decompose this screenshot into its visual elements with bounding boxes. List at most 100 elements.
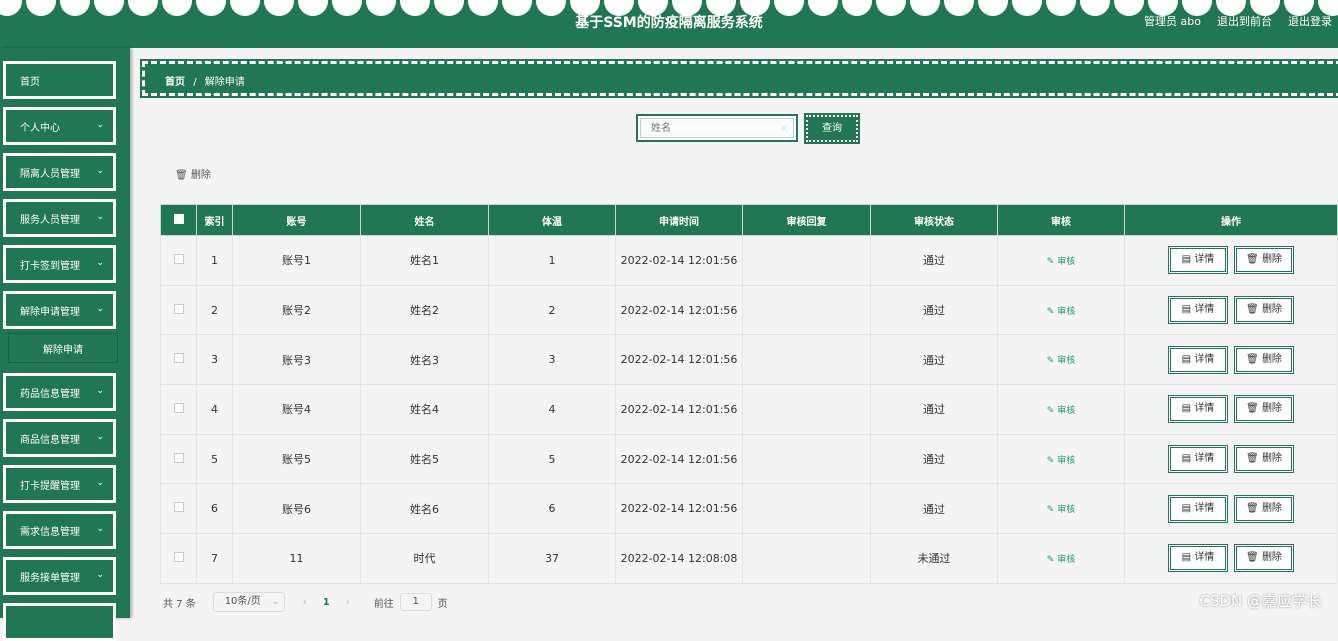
data-table: 索引 账号 姓名 体温 申请时间 审核回复 审核状态 审核 操作 1 账号1 姓名1 1 2022-02… <box>160 204 1338 584</box>
sidebar-item[interactable]: 需求信息管理 ⌄ <box>3 511 116 549</box>
document-icon: ▤ <box>1181 353 1192 365</box>
sidebar-item[interactable]: 商品信息管理 ⌄ <box>3 419 116 457</box>
delete-button[interactable]: 🗑 删除 <box>1234 494 1294 523</box>
edit-icon: ✎ <box>1046 256 1055 267</box>
row-checkbox[interactable] <box>173 452 184 463</box>
sidebar-item[interactable]: 首页 <box>3 61 116 99</box>
delete-button[interactable]: 🗑 删除 <box>1234 544 1294 573</box>
audit-cell: ✎ 审核 <box>997 334 1125 386</box>
audit-link[interactable]: ✎ 审核 <box>1047 406 1075 416</box>
row-checkbox[interactable] <box>173 253 184 264</box>
document-icon: ▤ <box>1181 304 1192 316</box>
trash-icon: 🗑 <box>1246 304 1259 316</box>
sidebar-subitem-release-request[interactable]: 解除申请 <box>8 333 118 363</box>
audit-cell: ✎ 审核 <box>997 483 1125 535</box>
row-checkbox[interactable] <box>173 502 184 513</box>
trash-icon: 🗑 <box>175 170 188 181</box>
delete-button[interactable]: 🗑 删除 <box>1234 246 1294 275</box>
table-cell: 6 <box>488 483 616 535</box>
delete-button[interactable]: 🗑 删除 <box>1234 445 1294 474</box>
row-select-cell[interactable] <box>160 433 197 485</box>
sidebar-item[interactable]: 打卡签到管理 ⌄ <box>3 245 116 283</box>
sidebar-item[interactable]: 个人中心 ⌄ <box>3 107 116 145</box>
table-cell: 4 <box>488 384 616 435</box>
sidebar-item[interactable]: 打卡提醒管理 ⌄ <box>3 465 116 503</box>
audit-label: 审核 <box>1057 356 1076 367</box>
breadcrumb-home[interactable]: 首页 <box>165 77 185 88</box>
front-link[interactable]: 退出到前台 <box>1217 13 1272 29</box>
delete-label: 删除 <box>1261 353 1282 365</box>
row-select-cell[interactable] <box>160 284 197 336</box>
chevron-down-icon: ⌄ <box>96 304 104 314</box>
detail-button[interactable]: ▤ 详情 <box>1168 544 1228 573</box>
table-cell: 6 <box>196 483 233 535</box>
chevron-down-icon: ⌄ <box>271 596 280 607</box>
name-search-input[interactable] <box>640 118 794 138</box>
sidebar-item-label: 服务接单管理 <box>20 572 80 584</box>
audit-link[interactable]: ✎ 审核 <box>1047 505 1075 515</box>
audit-link[interactable]: ✎ 审核 <box>1047 456 1075 466</box>
table-row: 4 账号4 姓名4 4 2022-02-14 12:01:56 通过 ✎ 审核 ▤ 详情 🗑 删… <box>160 384 1338 435</box>
row-select-cell[interactable] <box>160 533 197 584</box>
chevron-down-icon: ⌄ <box>96 212 104 222</box>
audit-link[interactable]: ✎ 审核 <box>1047 555 1075 565</box>
sidebar-item-label: 个人中心 <box>20 122 60 134</box>
audit-link[interactable]: ✎ 审核 <box>1047 257 1075 267</box>
batch-delete-label: 删除 <box>190 170 211 181</box>
sidebar-item-label: 打卡签到管理 <box>20 260 80 272</box>
detail-label: 详情 <box>1194 502 1215 514</box>
detail-button[interactable]: ▤ 详情 <box>1168 345 1228 374</box>
chevron-down-icon: ⌄ <box>96 524 104 534</box>
table-cell: 姓名2 <box>360 284 489 336</box>
detail-button[interactable]: ▤ 详情 <box>1168 445 1228 474</box>
sidebar: 首页 个人中心 ⌄ 隔离人员管理 ⌄ 服务人员管理 ⌄ 打卡签到管理 ⌄ 解除申请管理 ⌄ 解除申请药… <box>0 48 130 641</box>
detail-button[interactable]: ▤ 详情 <box>1168 296 1228 325</box>
sidebar-item[interactable]: 药品信息管理 ⌄ <box>3 373 116 411</box>
table-cell: 5 <box>488 433 616 485</box>
row-select-cell[interactable] <box>160 384 197 435</box>
sidebar-item[interactable]: 解除申请管理 ⌄ <box>3 291 116 329</box>
page-1[interactable]: 1 <box>323 597 330 608</box>
chevron-down-icon: ⌄ <box>96 386 104 396</box>
detail-button[interactable]: ▤ 详情 <box>1168 395 1228 424</box>
logout-link[interactable]: 退出登录 <box>1288 13 1332 29</box>
row-checkbox[interactable] <box>173 303 184 314</box>
row-checkbox[interactable] <box>173 402 184 413</box>
table-cell: 账号2 <box>232 284 361 336</box>
sidebar-item[interactable]: 服务人员管理 ⌄ <box>3 199 116 237</box>
audit-link[interactable]: ✎ 审核 <box>1047 307 1075 317</box>
delete-button[interactable]: 🗑 删除 <box>1234 345 1294 374</box>
trash-icon: 🗑 <box>1246 353 1259 365</box>
query-button[interactable]: 查询 <box>804 113 860 144</box>
trash-icon: 🗑 <box>1246 254 1259 266</box>
table-cell <box>742 483 871 535</box>
row-select-cell[interactable] <box>160 334 197 386</box>
next-page-icon[interactable]: › <box>346 597 350 608</box>
row-select-cell[interactable] <box>160 235 197 286</box>
table-row: 1 账号1 姓名1 1 2022-02-14 12:01:56 通过 ✎ 审核 ▤ 详情 🗑 删… <box>160 235 1338 286</box>
document-icon: ▤ <box>1181 453 1192 465</box>
audit-cell: ✎ 审核 <box>997 533 1125 584</box>
column-header: 申请时间 <box>615 204 743 236</box>
delete-button[interactable]: 🗑 删除 <box>1234 395 1294 424</box>
table-cell: 1 <box>488 235 616 286</box>
batch-delete-button[interactable]: 🗑 删除 <box>175 166 211 181</box>
sidebar-item[interactable]: 隔离人员管理 ⌄ <box>3 153 116 191</box>
row-checkbox[interactable] <box>173 353 184 364</box>
select-all-cell[interactable] <box>160 204 197 236</box>
page-size-select[interactable]: 10条/页 ⌄ <box>212 592 285 612</box>
delete-button[interactable]: 🗑 删除 <box>1234 296 1294 325</box>
audit-link[interactable]: ✎ 审核 <box>1047 356 1075 366</box>
detail-button[interactable]: ▤ 详情 <box>1168 494 1228 523</box>
sidebar-item-partial[interactable] <box>3 603 116 641</box>
goto-page-input[interactable]: 1 <box>399 593 432 611</box>
delete-label: 删除 <box>1261 254 1282 266</box>
sidebar-item[interactable]: 服务接单管理 ⌄ <box>3 557 116 595</box>
detail-button[interactable]: ▤ 详情 <box>1168 246 1228 275</box>
row-checkbox[interactable] <box>173 551 184 562</box>
chevron-down-icon: ⌄ <box>96 570 104 580</box>
table-row: 3 账号3 姓名3 3 2022-02-14 12:01:56 通过 ✎ 审核 ▤ 详情 🗑 删… <box>160 334 1338 386</box>
select-all-checkbox[interactable] <box>173 213 184 224</box>
row-select-cell[interactable] <box>160 483 197 535</box>
prev-page-icon[interactable]: ‹ <box>303 597 307 608</box>
